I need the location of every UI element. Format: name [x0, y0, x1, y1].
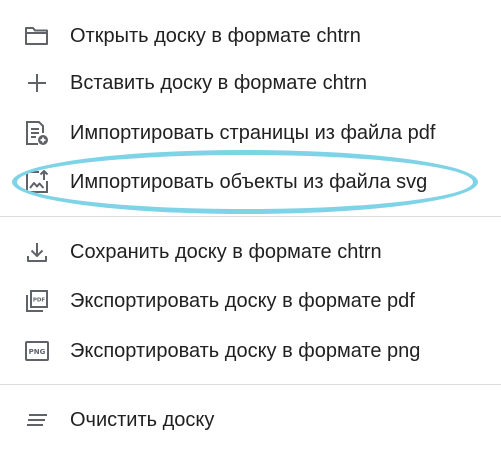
menu-item-label: Сохранить доску в формате chtrn — [70, 241, 382, 263]
plus-icon — [24, 70, 50, 96]
svg-text:PNG: PNG — [29, 348, 46, 356]
download-icon — [24, 239, 50, 265]
image-upload-icon — [24, 169, 50, 195]
svg-text:PDF: PDF — [33, 298, 46, 304]
menu-divider — [0, 216, 501, 217]
menu-item-insert-board[interactable]: Вставить доску в формате chtrn — [0, 58, 501, 108]
board-menu: Открыть доску в формате chtrn Вставить д… — [0, 0, 501, 455]
folder-open-icon — [24, 23, 50, 49]
menu-item-label: Открыть доску в формате chtrn — [70, 25, 361, 47]
menu-item-label: Импортировать объекты из файла svg — [70, 171, 428, 193]
menu-divider — [0, 384, 501, 385]
menu-item-clear-board[interactable]: Очистить доску — [0, 395, 501, 445]
menu-item-label: Очистить доску — [70, 409, 215, 431]
menu-item-import-pdf-pages[interactable]: Импортировать страницы из файла pdf — [0, 108, 501, 158]
pdf-file-icon: PDF — [24, 288, 50, 314]
menu-item-label: Экспортировать доску в формате pdf — [70, 290, 415, 312]
document-add-icon — [24, 120, 50, 146]
png-file-icon: PNG — [24, 338, 50, 364]
clear-lines-icon — [24, 407, 50, 433]
menu-item-open-board[interactable]: Открыть доску в формате chtrn — [0, 11, 501, 61]
menu-item-label: Импортировать страницы из файла pdf — [70, 122, 436, 144]
menu-item-export-pdf[interactable]: PDF Экспортировать доску в формате pdf — [0, 276, 501, 326]
menu-item-label: Экспортировать доску в формате png — [70, 340, 421, 362]
menu-item-export-png[interactable]: PNG Экспортировать доску в формате png — [0, 326, 501, 376]
menu-item-save-board[interactable]: Сохранить доску в формате chtrn — [0, 227, 501, 277]
menu-item-label: Вставить доску в формате chtrn — [70, 72, 368, 94]
menu-item-import-svg-objects[interactable]: Импортировать объекты из файла svg — [0, 157, 501, 207]
